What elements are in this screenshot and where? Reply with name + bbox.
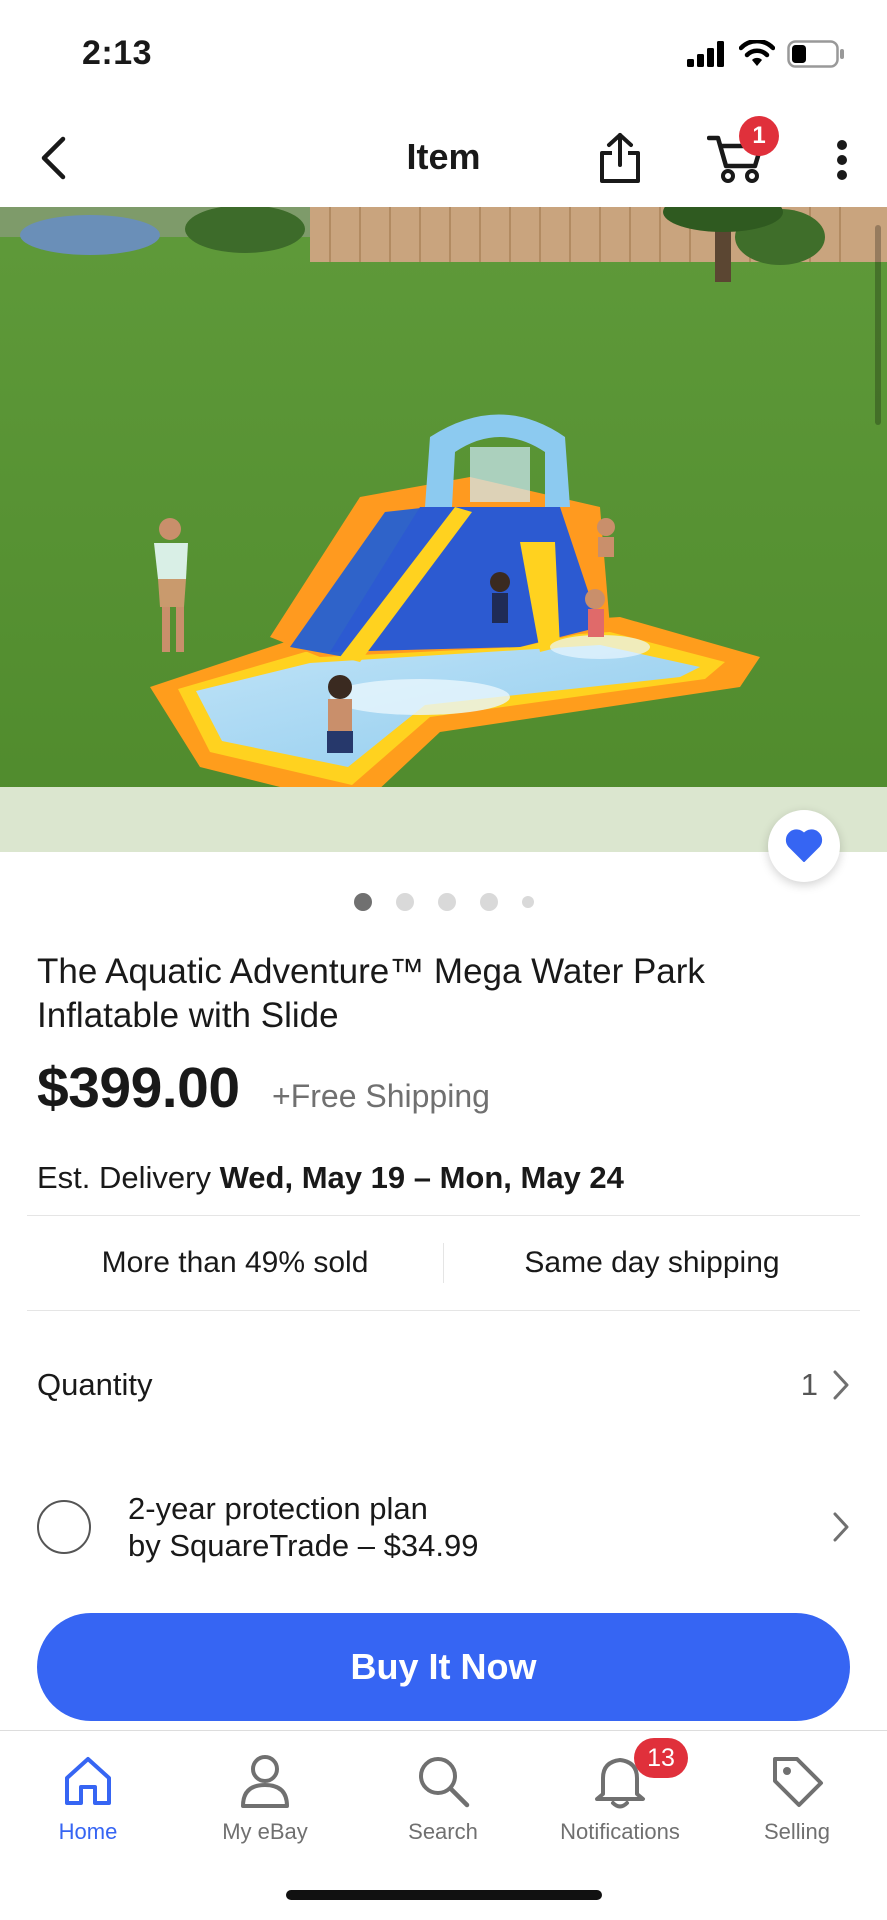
product-title: The Aquatic Adventure™ Mega Water Park I… bbox=[37, 952, 705, 1035]
nav-label: Notifications bbox=[560, 1819, 680, 1844]
share-icon bbox=[600, 133, 640, 183]
same-day-shipping: Same day shipping bbox=[524, 1246, 780, 1279]
nav-label: Home bbox=[58, 1819, 118, 1844]
nav-search[interactable]: Search bbox=[358, 1749, 528, 1845]
person-icon bbox=[241, 1755, 289, 1808]
protection-plan-text: 2-year protection plan by SquareTrade – … bbox=[128, 1490, 478, 1564]
product-image[interactable] bbox=[0, 207, 887, 852]
quantity-row[interactable]: Quantity 1 bbox=[37, 1355, 850, 1415]
status-icons bbox=[687, 40, 845, 68]
delivery-dates: Wed, May 19 – Mon, May 24 bbox=[219, 1160, 624, 1195]
wifi-icon bbox=[739, 40, 775, 66]
nav-selling[interactable]: Selling bbox=[712, 1749, 882, 1845]
watch-button[interactable] bbox=[768, 810, 840, 882]
cellular-signal-icon bbox=[687, 41, 724, 67]
status-bar: 2:13 bbox=[0, 0, 887, 110]
nav-label: My eBay bbox=[222, 1819, 308, 1844]
more-vertical-icon bbox=[837, 140, 847, 180]
nav-label: Selling bbox=[763, 1819, 831, 1844]
notifications-count-badge: 13 bbox=[634, 1738, 688, 1778]
protection-plan-row[interactable]: 2-year protection plan by SquareTrade – … bbox=[37, 1480, 850, 1574]
nav-my-ebay[interactable]: My eBay bbox=[180, 1749, 350, 1845]
cart-count-badge: 1 bbox=[739, 116, 779, 156]
divider bbox=[27, 1310, 860, 1311]
home-icon bbox=[65, 1757, 111, 1805]
sold-percentage: More than 49% sold bbox=[101, 1246, 369, 1279]
buy-it-now-button[interactable]: Buy It Now bbox=[37, 1613, 850, 1721]
chevron-right-icon bbox=[833, 1512, 849, 1542]
heart-icon bbox=[785, 829, 823, 862]
pagination-dot[interactable] bbox=[437, 893, 456, 911]
search-icon bbox=[419, 1757, 470, 1808]
water-park-image bbox=[0, 207, 887, 852]
chevron-right-icon bbox=[833, 1370, 849, 1400]
protection-plan-radio[interactable] bbox=[37, 1500, 91, 1554]
status-time: 2:13 bbox=[82, 34, 153, 72]
share-button[interactable] bbox=[592, 128, 648, 188]
tag-icon bbox=[773, 1757, 823, 1807]
protection-plan-price: by SquareTrade – $34.99 bbox=[128, 1528, 479, 1563]
shipping-info: +Free Shipping bbox=[272, 1078, 490, 1114]
quantity-label: Quantity bbox=[37, 1367, 153, 1402]
home-indicator[interactable] bbox=[286, 1890, 602, 1900]
pagination-dot[interactable] bbox=[353, 893, 372, 911]
estimated-delivery: Est. Delivery Wed, May 19 – Mon, May 24 bbox=[37, 1160, 624, 1196]
pagination-dot[interactable] bbox=[479, 893, 498, 911]
delivery-label: Est. Delivery bbox=[37, 1160, 211, 1195]
image-pagination-dots bbox=[0, 893, 887, 911]
pagination-dot[interactable] bbox=[521, 896, 534, 908]
image-scroll-indicator bbox=[875, 225, 881, 425]
battery-icon bbox=[787, 40, 844, 68]
quantity-value: 1 bbox=[800, 1367, 818, 1402]
pagination-dot[interactable] bbox=[395, 893, 414, 911]
nav-label: Search bbox=[408, 1819, 478, 1844]
nav-home[interactable]: Home bbox=[3, 1749, 173, 1845]
product-price: $399.00 bbox=[37, 1056, 240, 1120]
product-highlights: More than 49% sold Same day shipping bbox=[27, 1216, 860, 1310]
more-options-button[interactable] bbox=[822, 134, 862, 186]
protection-plan-title: 2-year protection plan bbox=[128, 1491, 428, 1526]
